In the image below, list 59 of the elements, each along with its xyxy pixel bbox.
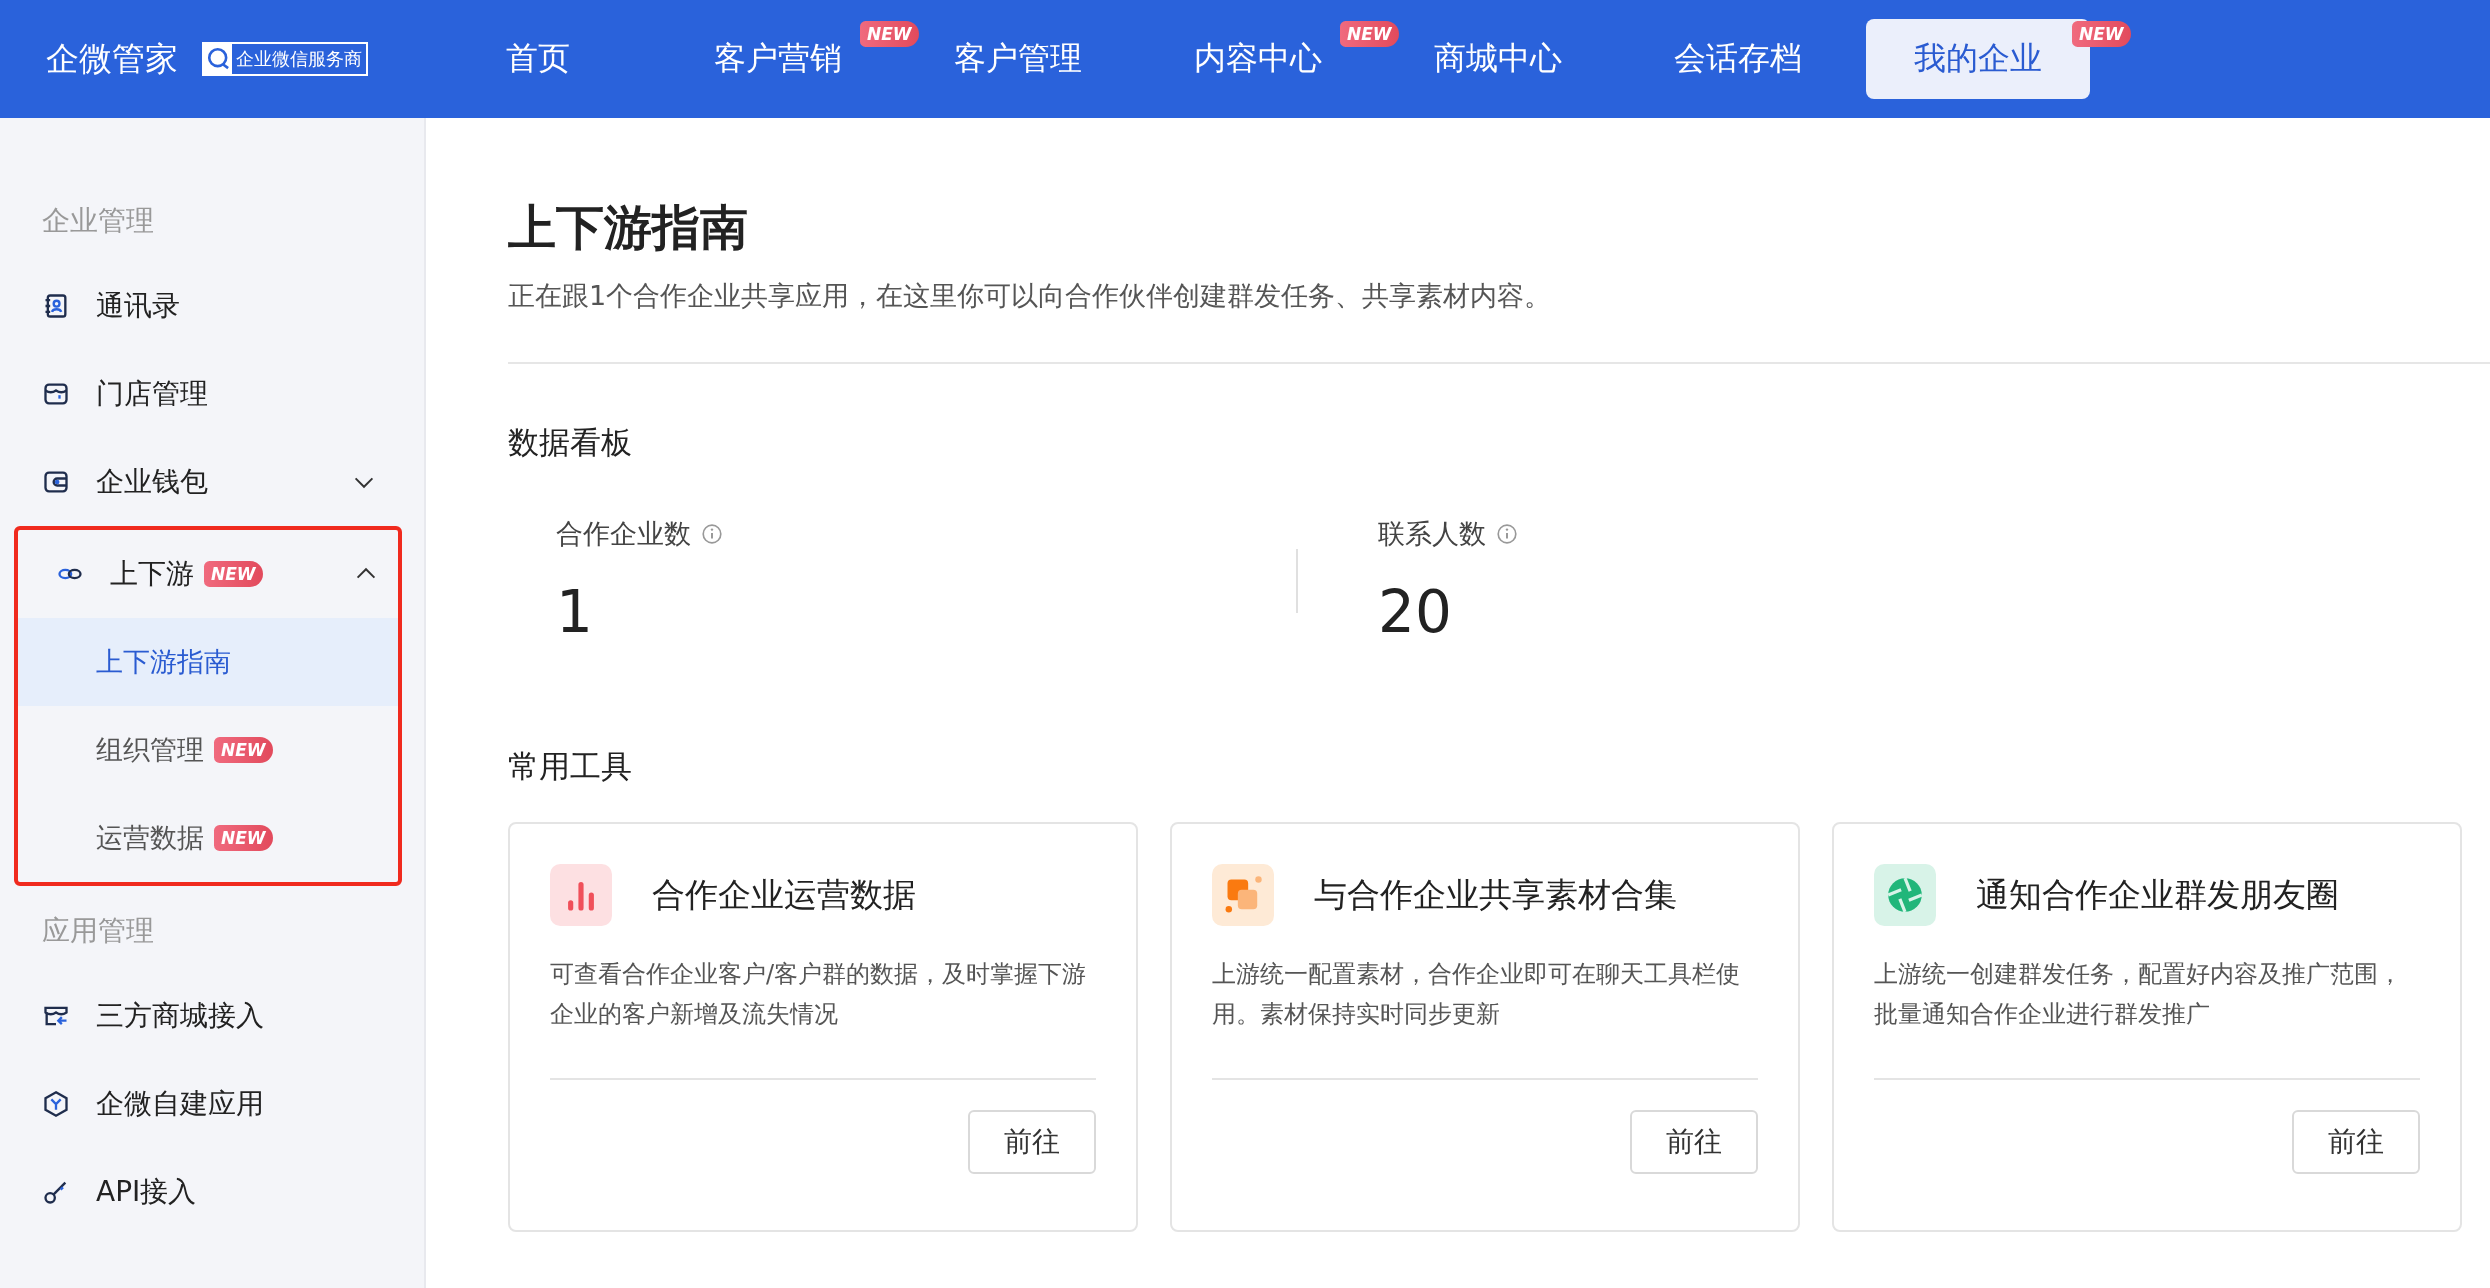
sidebar-item[interactable]: 三方商城接入 — [0, 972, 424, 1060]
card-title: 与合作企业共享素材合集 — [1314, 873, 1677, 916]
sidebar-item-label: API接入 — [96, 1174, 197, 1210]
new-badge: NEW — [860, 21, 919, 47]
nav-tab[interactable]: 商城中心 — [1434, 19, 1562, 99]
section-title: 应用管理 — [41, 913, 155, 949]
sidebar-subitem[interactable]: 上下游指南 — [18, 618, 398, 706]
sidebar-item[interactable]: 通讯录 — [0, 262, 424, 350]
stat-value: 1 — [556, 578, 594, 646]
go-button[interactable]: 前往 — [968, 1110, 1096, 1174]
page-title: 上下游指南 — [508, 198, 749, 257]
new-badge: NEW — [204, 561, 263, 587]
nav-tab[interactable]: 会话存档 — [1674, 19, 1802, 99]
sidebar-item-label: 通讯录 — [96, 288, 180, 324]
card-description: 上游统一创建群发任务，配置好内容及推广范围，批量通知合作企业进行群发推广 — [1874, 959, 2403, 1030]
section-heading: 数据看板 — [508, 423, 633, 462]
sidebar-item-label: 上下游指南 — [96, 645, 231, 679]
section-heading: 常用工具 — [508, 747, 633, 786]
card-description: 上游统一配置素材，合作企业即可在聊天工具栏使用。素材保持实时同步更新 — [1212, 959, 1741, 1030]
page-subtitle: 正在跟1个合作企业共享应用，在这里你可以向合作伙伴创建群发任务、共享素材内容。 — [508, 279, 1553, 313]
hexagon-icon — [42, 1090, 70, 1118]
new-badge: NEW — [214, 737, 273, 763]
stat-label: 合作企业数 — [556, 517, 691, 551]
sidebar-item[interactable]: 上下游 NEW — [18, 530, 398, 618]
squares-icon — [1212, 864, 1274, 926]
sidebar-item[interactable]: 门店管理 — [0, 350, 424, 438]
new-badge: NEW — [214, 825, 273, 851]
aperture-icon — [1874, 864, 1936, 926]
sidebar-subitem[interactable]: 组织管理 NEW — [18, 706, 398, 794]
brand-tag-text: 企业微信服务商 — [232, 44, 366, 74]
card-title: 合作企业运营数据 — [652, 873, 916, 916]
info-icon[interactable] — [1496, 523, 1518, 545]
info-icon[interactable] — [701, 523, 723, 545]
nav-tab[interactable]: 内容中心 — [1194, 19, 1322, 99]
card-title: 通知合作企业群发朋友圈 — [1976, 873, 2339, 916]
go-button[interactable]: 前往 — [1630, 1110, 1758, 1174]
nav-tab[interactable]: 客户管理 — [954, 19, 1082, 99]
nav-tab[interactable]: 首页 — [506, 19, 570, 99]
sidebar-item[interactable]: 企微自建应用 — [0, 1060, 424, 1148]
sidebar-item[interactable]: 企业钱包 — [0, 438, 424, 526]
new-badge: NEW — [2072, 21, 2131, 47]
sidebar-item-label: 组织管理 — [96, 733, 204, 767]
nav-tab[interactable]: 客户营销 — [714, 19, 842, 99]
sidebar-item-label: 企业钱包 — [96, 464, 208, 500]
stat-label: 联系人数 — [1378, 517, 1486, 551]
brand-name: 企微管家 — [46, 37, 178, 80]
sidebar-item-label: 门店管理 — [96, 376, 208, 412]
new-badge: NEW — [1340, 21, 1399, 47]
section-title: 企业管理 — [41, 203, 155, 239]
sidebar-item[interactable]: API接入 — [0, 1148, 424, 1236]
sidebar-item-label: 三方商城接入 — [96, 998, 264, 1034]
sidebar-subitem[interactable]: 运营数据 NEW — [18, 794, 398, 882]
bar-chart-icon — [550, 864, 612, 926]
card-description: 可查看合作企业客户/客户群的数据，及时掌握下游企业的客户新增及流失情况 — [550, 959, 1088, 1030]
stat-value: 20 — [1378, 578, 1453, 646]
go-button[interactable]: 前往 — [2292, 1110, 2420, 1174]
sidebar-item-label: 企微自建应用 — [96, 1086, 264, 1122]
sidebar-item-label: 上下游 — [110, 556, 194, 592]
sidebar-item-label: 运营数据 — [96, 821, 204, 855]
